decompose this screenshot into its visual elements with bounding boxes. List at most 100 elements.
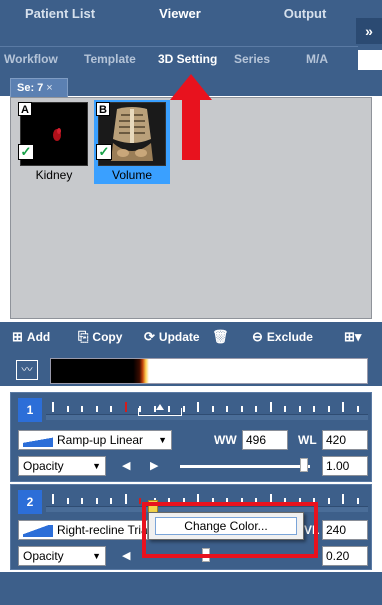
curve-dropdown[interactable]: Ramp-up Linear ▼ (18, 430, 172, 450)
opacity-input[interactable]: 1.00 (322, 456, 368, 476)
close-icon[interactable]: × (46, 82, 52, 94)
triangle-curve-icon (23, 524, 53, 537)
scale-tick (66, 406, 69, 412)
refresh-icon: ⟳ (144, 329, 155, 344)
scale-tick (298, 406, 301, 412)
update-button[interactable]: ⟳ Update (144, 322, 200, 352)
series-tab-label: Se: 7 (17, 82, 44, 94)
range-handle-icon[interactable] (156, 404, 164, 410)
mode-label: Opacity (23, 549, 64, 563)
thumbnail-letter: A (18, 102, 32, 116)
exclude-button[interactable]: ⊖ Exclude (252, 322, 313, 352)
increment-arrow-icon[interactable]: ▶ (150, 456, 158, 476)
series-toolbar: ⊞ Add ⎘ Copy ⟳ Update 🗑 ⊖ Exclude ⊞▾ (0, 322, 382, 352)
ww-input[interactable]: 496 (242, 430, 288, 450)
chevron-down-icon: ▼ (92, 461, 101, 471)
scale-tick (81, 498, 83, 504)
tab-workflow[interactable]: Workflow (4, 47, 58, 71)
current-level-tick (124, 402, 127, 412)
mode-dropdown[interactable]: Opacity ▼ (18, 546, 106, 566)
scale-tick (197, 402, 199, 412)
curve-label: Ramp-up Linear (57, 433, 144, 447)
scale-tick (81, 406, 83, 412)
annotation-arrow-icon (170, 74, 212, 163)
opacity-input[interactable]: 0.20 (322, 546, 368, 566)
thumbnail-volume[interactable]: B ✓ Volume (94, 100, 170, 184)
wl-input[interactable]: 240 (322, 520, 368, 540)
scale-tick (240, 406, 243, 412)
scale-tick (356, 498, 359, 504)
minus-circle-icon: ⊖ (252, 329, 263, 344)
scale-tick (255, 406, 257, 412)
tab-ma[interactable]: M/A (306, 47, 328, 71)
scale-tick (313, 406, 315, 412)
scale-tick (226, 406, 228, 412)
scale-tick (110, 406, 112, 412)
scale-tick (124, 494, 127, 504)
panel-footer (0, 572, 382, 605)
annotation-highlight-box (142, 502, 318, 558)
trash-icon: 🗑 (212, 329, 229, 344)
delete-button[interactable]: 🗑 (212, 322, 233, 352)
tab-viewer[interactable]: Viewer (125, 0, 235, 28)
tab-patient-list[interactable]: Patient List (0, 0, 120, 28)
current-level-tick (139, 498, 141, 504)
tab-series[interactable]: Series (234, 47, 270, 71)
scale-tick (95, 406, 98, 412)
scale-tick (110, 498, 112, 504)
opacity-slider[interactable] (180, 465, 310, 468)
tab-template[interactable]: Template (84, 47, 136, 71)
panel-index-badge: 1 (18, 398, 42, 422)
ramp-up-icon (23, 434, 53, 447)
scale-tick (182, 406, 185, 412)
scale-tick (356, 406, 359, 412)
layout-menu-button[interactable]: ⊞▾ (344, 322, 365, 352)
curve-dropdown[interactable]: Right-recline Triar (18, 520, 148, 540)
checkbox-icon[interactable]: ✓ (18, 144, 34, 160)
main-tab-bar: Patient List Viewer Output (0, 0, 382, 50)
opacity-slider-thumb[interactable] (300, 458, 308, 472)
decrement-arrow-icon[interactable]: ◀ (122, 546, 130, 566)
copy-label: Copy (92, 330, 123, 344)
chevron-down-icon: ▼ (92, 551, 101, 561)
collapse-panel-button[interactable]: » (356, 18, 382, 44)
mode-dropdown[interactable]: Opacity ▼ (18, 456, 106, 476)
tab-output[interactable]: Output (250, 0, 360, 28)
update-label: Update (158, 330, 200, 344)
grid-icon: ⊞▾ (344, 329, 362, 344)
histogram-icon[interactable]: 〰 (16, 360, 38, 380)
add-label: Add (26, 330, 51, 344)
add-icon: ⊞ (12, 329, 23, 344)
thumbnail-caption: Kidney (35, 168, 73, 182)
scale-tick (342, 402, 344, 412)
decrement-arrow-icon[interactable]: ◀ (122, 456, 130, 476)
curve-label: Right-recline Triar (57, 523, 148, 537)
mode-label: Opacity (23, 459, 64, 473)
series-tab[interactable]: Se: 7 × (10, 78, 68, 98)
copy-icon: ⎘ (78, 329, 89, 344)
scale-tick (342, 494, 344, 504)
checkbox-icon[interactable]: ✓ (96, 144, 112, 160)
wl-label: WL (298, 433, 317, 447)
scale-tick (327, 406, 330, 412)
thumbnail-caption: Volume (111, 168, 153, 182)
copy-button[interactable]: ⎘ Copy (78, 322, 122, 352)
chevron-down-icon: ▼ (158, 435, 167, 445)
color-lookup-bar (50, 358, 368, 384)
wl-input[interactable]: 420 (322, 430, 368, 450)
viewer-sub-tab-bar: Workflow Template 3D Setting Series M/A (0, 46, 358, 70)
scale-tick (269, 402, 272, 412)
thumbnail-kidney[interactable]: A ✓ Kidney (16, 100, 92, 184)
scale-tick (327, 498, 330, 504)
exclude-label: Exclude (266, 330, 313, 344)
panel-index-badge: 2 (18, 490, 42, 514)
scale-tick (52, 494, 54, 504)
add-button[interactable]: ⊞ Add (12, 322, 50, 352)
ww-label: WW (214, 433, 237, 447)
tab-3d-setting[interactable]: 3D Setting (158, 47, 217, 71)
thumbnail-letter: B (96, 102, 110, 116)
scale-tick (52, 402, 54, 412)
transfer-function-track[interactable] (46, 414, 368, 420)
scale-tick (95, 498, 98, 504)
scale-tick (284, 406, 286, 412)
